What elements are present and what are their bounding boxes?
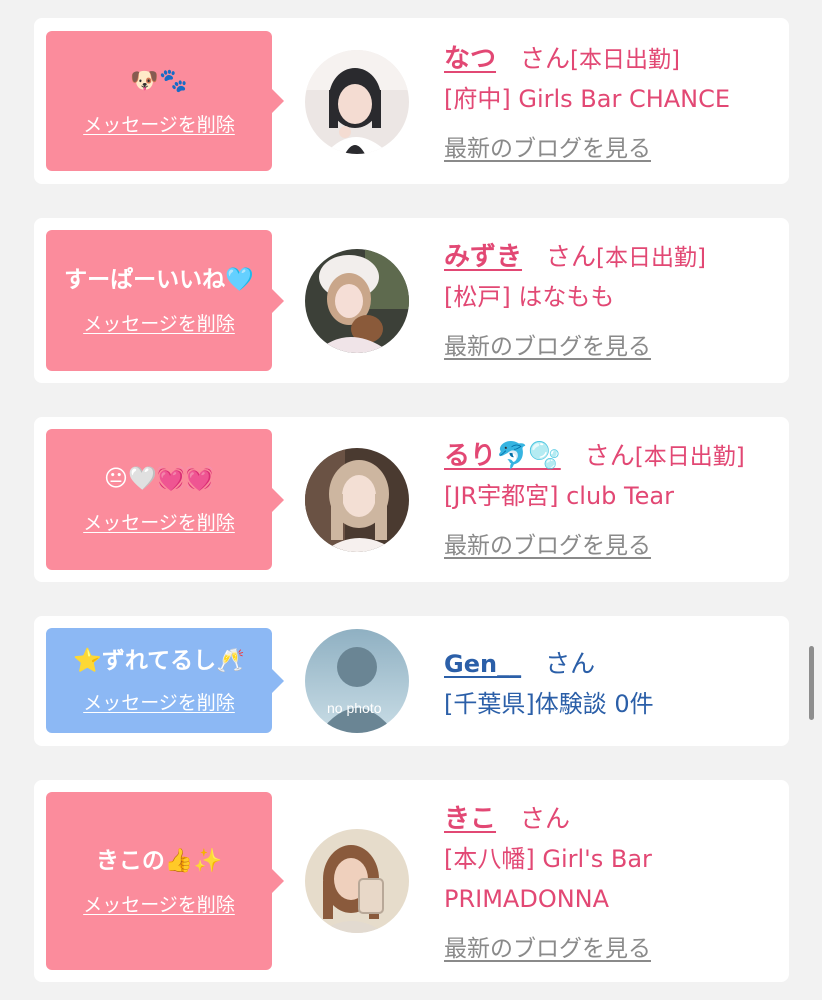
message-card: きこの👍✨ メッセージを削除 きこ さん [本八幡] Girl's Bar PR… xyxy=(34,780,789,982)
honorific: さん xyxy=(520,44,571,73)
message-text: ⭐ずれてるし🥂 xyxy=(73,648,245,674)
message-card: 😐🤍💓💓 メッセージを削除 るり🐬🫧 さん [本日出勤] [JR宇都宮] clu… xyxy=(34,417,789,582)
shop-name: [本八幡] Girl's Bar PRIMADONNA xyxy=(444,845,652,913)
scrollbar-thumb[interactable] xyxy=(809,646,814,720)
delete-message-link[interactable]: メッセージを削除 xyxy=(83,309,235,336)
honorific: さん xyxy=(520,804,571,833)
message-text: すーぱーいいね🩵 xyxy=(64,267,254,293)
latest-blog-link[interactable]: 最新のブログを見る xyxy=(444,129,651,163)
user-info: Gen__ さん [千葉県]体験談 0件 xyxy=(444,644,773,724)
delete-message-link[interactable]: メッセージを削除 xyxy=(83,508,235,535)
cast-name-link[interactable]: きこ xyxy=(444,798,496,835)
avatar[interactable] xyxy=(305,50,409,154)
message-card: ⭐ずれてるし🥂 メッセージを削除 no photo Gen__ さん [千葉県]… xyxy=(34,616,789,746)
avatar[interactable] xyxy=(305,829,409,933)
no-photo-icon: no photo xyxy=(305,629,409,733)
message-bubble: ⭐ずれてるし🥂 メッセージを削除 xyxy=(46,628,284,733)
status-badge: [本日出勤] xyxy=(570,47,680,73)
cast-info: るり🐬🫧 さん [本日出勤] [JR宇都宮] club Tear 最新のブログを… xyxy=(444,435,773,560)
delete-message-link[interactable]: メッセージを削除 xyxy=(83,110,235,137)
message-text: 😐🤍💓💓 xyxy=(104,466,214,492)
message-bubble: 😐🤍💓💓 メッセージを削除 xyxy=(46,429,284,570)
user-name-link[interactable]: Gen__ xyxy=(444,650,521,678)
honorific: さん xyxy=(545,649,596,678)
avatar[interactable] xyxy=(305,448,409,552)
latest-blog-link[interactable]: 最新のブログを見る xyxy=(444,929,651,963)
cast-name-link[interactable]: みずき xyxy=(444,236,522,273)
avatar[interactable] xyxy=(305,249,409,353)
message-list: 🐶🐾 メッセージを削除 なつ さん [本日出勤] [府中] Girls Bar … xyxy=(0,0,822,1000)
cast-photo xyxy=(305,249,409,353)
message-text: 🐶🐾 xyxy=(130,67,188,94)
cast-name-link[interactable]: なつ xyxy=(444,38,496,75)
avatar-placeholder-text: no photo xyxy=(327,700,382,716)
message-card: 🐶🐾 メッセージを削除 なつ さん [本日出勤] [府中] Girls Bar … xyxy=(34,18,789,184)
avatar[interactable]: no photo xyxy=(305,629,409,733)
cast-info: なつ さん [本日出勤] [府中] Girls Bar CHANCE 最新のブロ… xyxy=(444,38,773,163)
status-badge: [本日出勤] xyxy=(634,444,745,470)
message-bubble: 🐶🐾 メッセージを削除 xyxy=(46,31,284,171)
status-badge: [本日出勤] xyxy=(596,245,706,271)
delete-message-link[interactable]: メッセージを削除 xyxy=(83,688,235,715)
cast-name-link[interactable]: るり🐬🫧 xyxy=(444,435,561,472)
delete-message-link[interactable]: メッセージを削除 xyxy=(83,890,235,917)
cast-photo xyxy=(305,50,409,154)
message-text: きこの👍✨ xyxy=(95,847,223,874)
review-count: [千葉県]体験談 0件 xyxy=(444,690,654,718)
latest-blog-link[interactable]: 最新のブログを見る xyxy=(444,526,651,560)
shop-name: [松戸] はなもも xyxy=(444,283,615,311)
cast-info: みずき さん [本日出勤] [松戸] はなもも 最新のブログを見る xyxy=(444,236,773,361)
cast-photo xyxy=(305,829,409,933)
message-card: すーぱーいいね🩵 メッセージを削除 みずき さん [本日出勤] [松戸] はなも… xyxy=(34,218,789,383)
latest-blog-link[interactable]: 最新のブログを見る xyxy=(444,327,651,361)
message-bubble: すーぱーいいね🩵 メッセージを削除 xyxy=(46,230,284,371)
honorific: さん xyxy=(546,242,597,271)
cast-info: きこ さん [本八幡] Girl's Bar PRIMADONNA 最新のブログ… xyxy=(444,798,773,963)
message-bubble: きこの👍✨ メッセージを削除 xyxy=(46,792,284,970)
honorific: さん xyxy=(584,441,635,470)
shop-name: [府中] Girls Bar CHANCE xyxy=(444,85,731,113)
shop-name: [JR宇都宮] club Tear xyxy=(444,482,674,510)
cast-photo xyxy=(305,448,409,552)
